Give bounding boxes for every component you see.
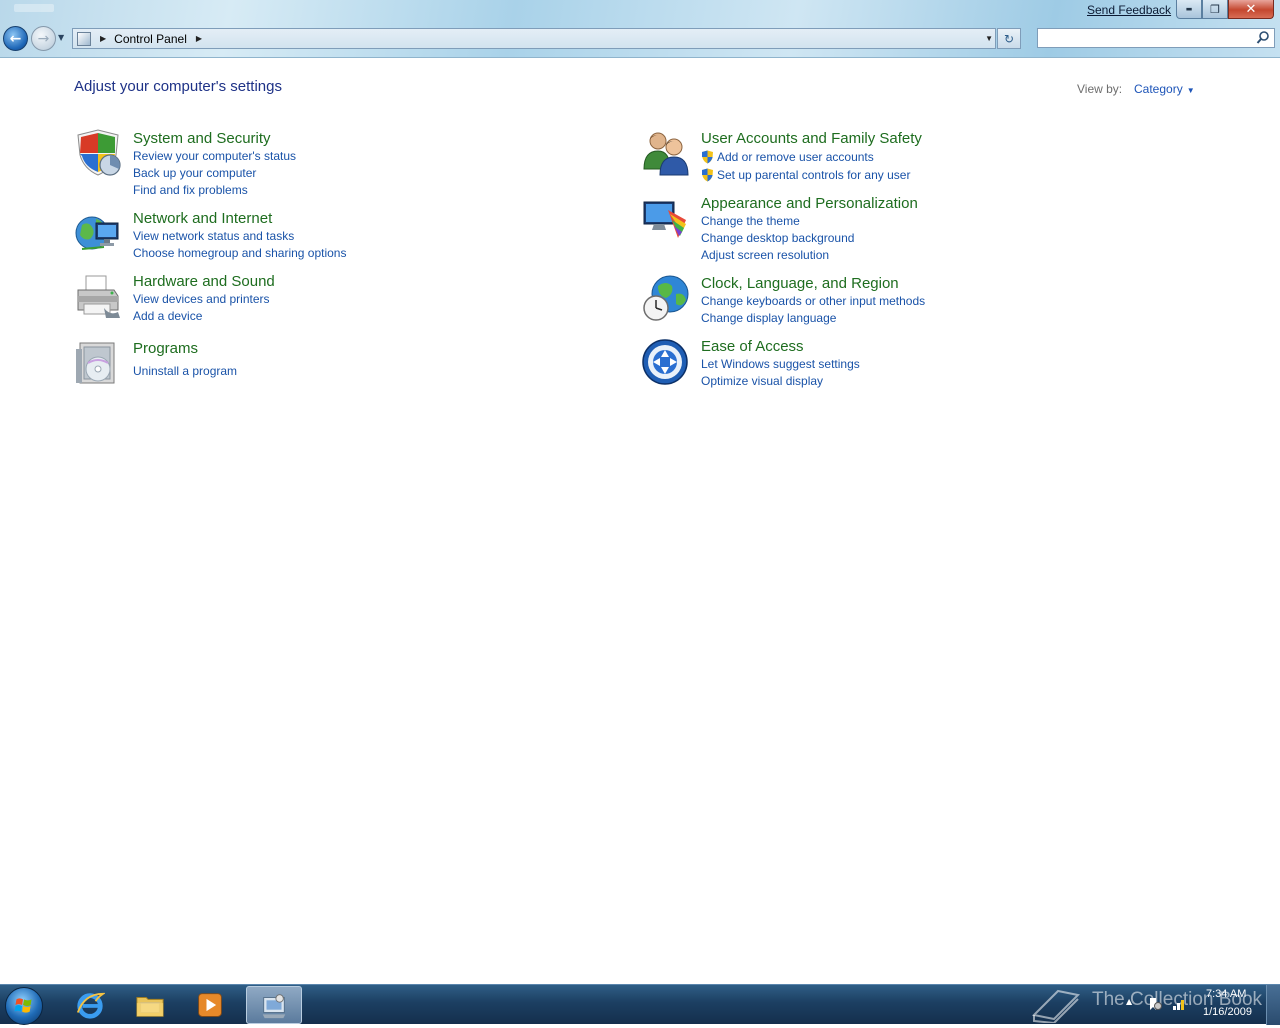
forward-button[interactable]: → [31,26,56,51]
task-link[interactable]: Change desktop background [701,230,918,247]
windows-logo-icon [14,998,32,1013]
task-link[interactable]: Let Windows suggest settings [701,356,860,373]
refresh-button[interactable]: ↻ [997,28,1021,49]
address-dropdown-icon[interactable]: ▼ [985,34,993,43]
category-title[interactable]: Programs [133,339,237,358]
task-link[interactable]: Add a device [133,308,275,325]
clock-time[interactable]: 7:34 AM [1206,988,1246,1000]
view-by-value: Category [1134,82,1183,96]
taskbar-windows-explorer[interactable] [122,986,178,1024]
address-bar[interactable]: ▶ Control Panel ▶ ▼ [72,28,996,49]
users-icon [643,132,689,176]
start-button[interactable] [5,987,43,1025]
search-box [1037,28,1275,49]
chevron-down-icon: ▼ [1186,86,1195,95]
show-hidden-icons-button[interactable]: ▲ [1126,997,1132,1006]
search-icon[interactable] [1256,30,1270,46]
ease-of-access-icon [642,339,688,385]
category-title[interactable]: Appearance and Personalization [701,194,918,213]
security-shield-icon [77,129,121,176]
search-input[interactable] [1042,31,1252,49]
chevron-down-icon: ▼ [58,33,65,42]
clock-date[interactable]: 1/16/2009 [1203,1006,1252,1018]
printer-icon [77,275,120,318]
task-link[interactable]: Set up parental controls for any user [701,166,922,184]
maximize-icon: ❐ [1210,2,1220,16]
view-by-dropdown[interactable]: Category ▼ [1134,82,1195,96]
maximize-button[interactable]: ❐ [1202,0,1228,19]
task-link-label: Set up parental controls for any user [717,168,911,182]
task-link[interactable]: Change the theme [701,213,918,230]
back-arrow-icon: ← [9,30,22,47]
category-title[interactable]: User Accounts and Family Safety [701,129,922,148]
minimize-icon: ▬ [1185,5,1193,13]
category-title[interactable]: Ease of Access [701,337,860,356]
task-link[interactable]: Uninstall a program [133,363,237,380]
minimize-button[interactable]: ▬ [1176,0,1202,19]
recent-pages-button[interactable]: ▼ [58,33,68,43]
refresh-icon: ↻ [1003,31,1015,46]
window-title-blur [14,4,54,12]
breadcrumb-control-panel[interactable]: Control Panel [114,32,187,46]
windows-explorer-icon [136,997,164,1017]
action-center-icon[interactable] [1148,997,1162,1011]
uac-shield-icon [702,150,713,164]
category-title[interactable]: Hardware and Sound [133,272,275,291]
internet-explorer-icon [76,992,105,1019]
back-button[interactable]: ← [3,26,28,51]
show-desktop-button[interactable] [1266,985,1280,1025]
category-title[interactable]: System and Security [133,129,296,148]
taskbar-control-panel[interactable] [246,986,302,1024]
window-titlebar: Send Feedback ▬ ❐ ✕ ← → ▼ ▶ Control Pane… [0,0,1280,58]
control-panel-icon [262,994,286,1019]
page-title: Adjust your computer's settings [74,78,282,95]
task-link[interactable]: Optimize visual display [701,373,860,390]
monitor-palette-icon [643,201,686,238]
task-link[interactable]: Adjust screen resolution [701,247,918,264]
task-link[interactable]: Change display language [701,310,925,327]
taskbar-internet-explorer[interactable] [62,986,118,1024]
close-icon: ✕ [1245,1,1257,17]
close-button[interactable]: ✕ [1228,0,1274,19]
taskbar-media-player[interactable] [182,986,238,1024]
programs-disc-icon [76,342,115,384]
task-link[interactable]: Change keyboards or other input methods [701,293,925,310]
breadcrumb-chevron-icon[interactable]: ▶ [100,34,106,43]
task-link[interactable]: Add or remove user accounts [701,148,922,166]
task-link[interactable]: View network status and tasks [133,228,346,245]
book-watermark-icon [1031,989,1081,1023]
media-player-icon [198,993,222,1017]
network-globe-icon [75,216,119,250]
task-link[interactable]: View devices and printers [133,291,275,308]
send-feedback-link[interactable]: Send Feedback [1087,3,1171,17]
window-controls: ▬ ❐ ✕ [1176,0,1274,19]
task-link-label: Add or remove user accounts [717,150,874,164]
uac-shield-icon [702,168,713,182]
category-title[interactable]: Clock, Language, and Region [701,274,925,293]
forward-arrow-icon: → [37,30,50,47]
category-title[interactable]: Network and Internet [133,209,346,228]
breadcrumb-chevron-icon[interactable]: ▶ [196,34,202,43]
task-link[interactable]: Find and fix problems [133,182,296,199]
view-by-label: View by: [1077,82,1123,96]
control-panel-small-icon [77,31,91,46]
taskbar: The Collection Book ▲ 7:34 AM 1/16/2009 [0,984,1280,1025]
task-link[interactable]: Back up your computer [133,165,296,182]
clock-globe-icon [643,275,689,321]
task-link[interactable]: Choose homegroup and sharing options [133,245,346,262]
network-status-icon[interactable] [1172,997,1186,1011]
task-link[interactable]: Review your computer's status [133,148,296,165]
